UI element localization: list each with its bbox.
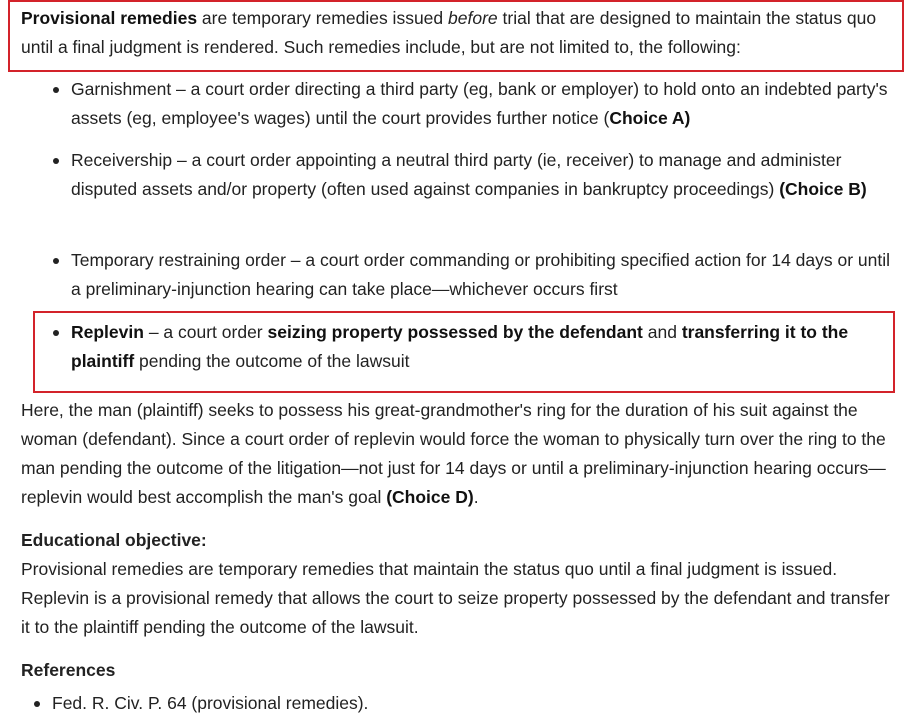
remedy-text: and xyxy=(642,322,682,342)
explanation-end: . xyxy=(473,487,479,507)
remedy-text: pending the outcome of the lawsuit xyxy=(134,351,410,371)
remedy-text: – a court order xyxy=(143,322,268,342)
intro-text-1: are temporary remedies issued xyxy=(197,8,449,28)
choice-label: (Choice D) xyxy=(386,487,474,507)
intro-paragraph: Provisional remedies are temporary remed… xyxy=(21,4,906,62)
intro-term: Provisional remedies xyxy=(21,8,198,28)
remedy-item-tro: Temporary restraining order – a court or… xyxy=(53,246,899,304)
references-heading: References xyxy=(21,660,116,680)
educational-objective-text: Provisional remedies are temporary remed… xyxy=(21,559,890,637)
remedy-text: Garnishment – a court order directing a … xyxy=(71,79,888,128)
intro-emphasis: before xyxy=(448,8,498,28)
explanation-paragraph: Here, the man (plaintiff) seeks to posse… xyxy=(21,396,906,512)
remedy-item-garnishment: Garnishment – a court order directing a … xyxy=(53,75,899,133)
explanation-page: Provisional remedies are temporary remed… xyxy=(0,0,918,726)
choice-label: (Choice B) xyxy=(779,179,867,199)
reference-item: Fed. R. Civ. P. 64 (provisional remedies… xyxy=(34,689,752,718)
remedy-text: Temporary restraining order – a court or… xyxy=(71,250,891,299)
replevin-term: Replevin xyxy=(71,322,144,342)
choice-label: Choice A) xyxy=(609,108,691,128)
educational-objective-heading: Educational objective: xyxy=(21,530,207,550)
remedy-item-replevin: Replevin – a court order seizing propert… xyxy=(53,318,899,376)
remedy-item-receivership: Receivership – a court order appointing … xyxy=(53,146,899,204)
remedy-text: Receivership – a court order appointing … xyxy=(71,150,842,199)
replevin-bold-1: seizing property possessed by the defend… xyxy=(267,322,643,342)
